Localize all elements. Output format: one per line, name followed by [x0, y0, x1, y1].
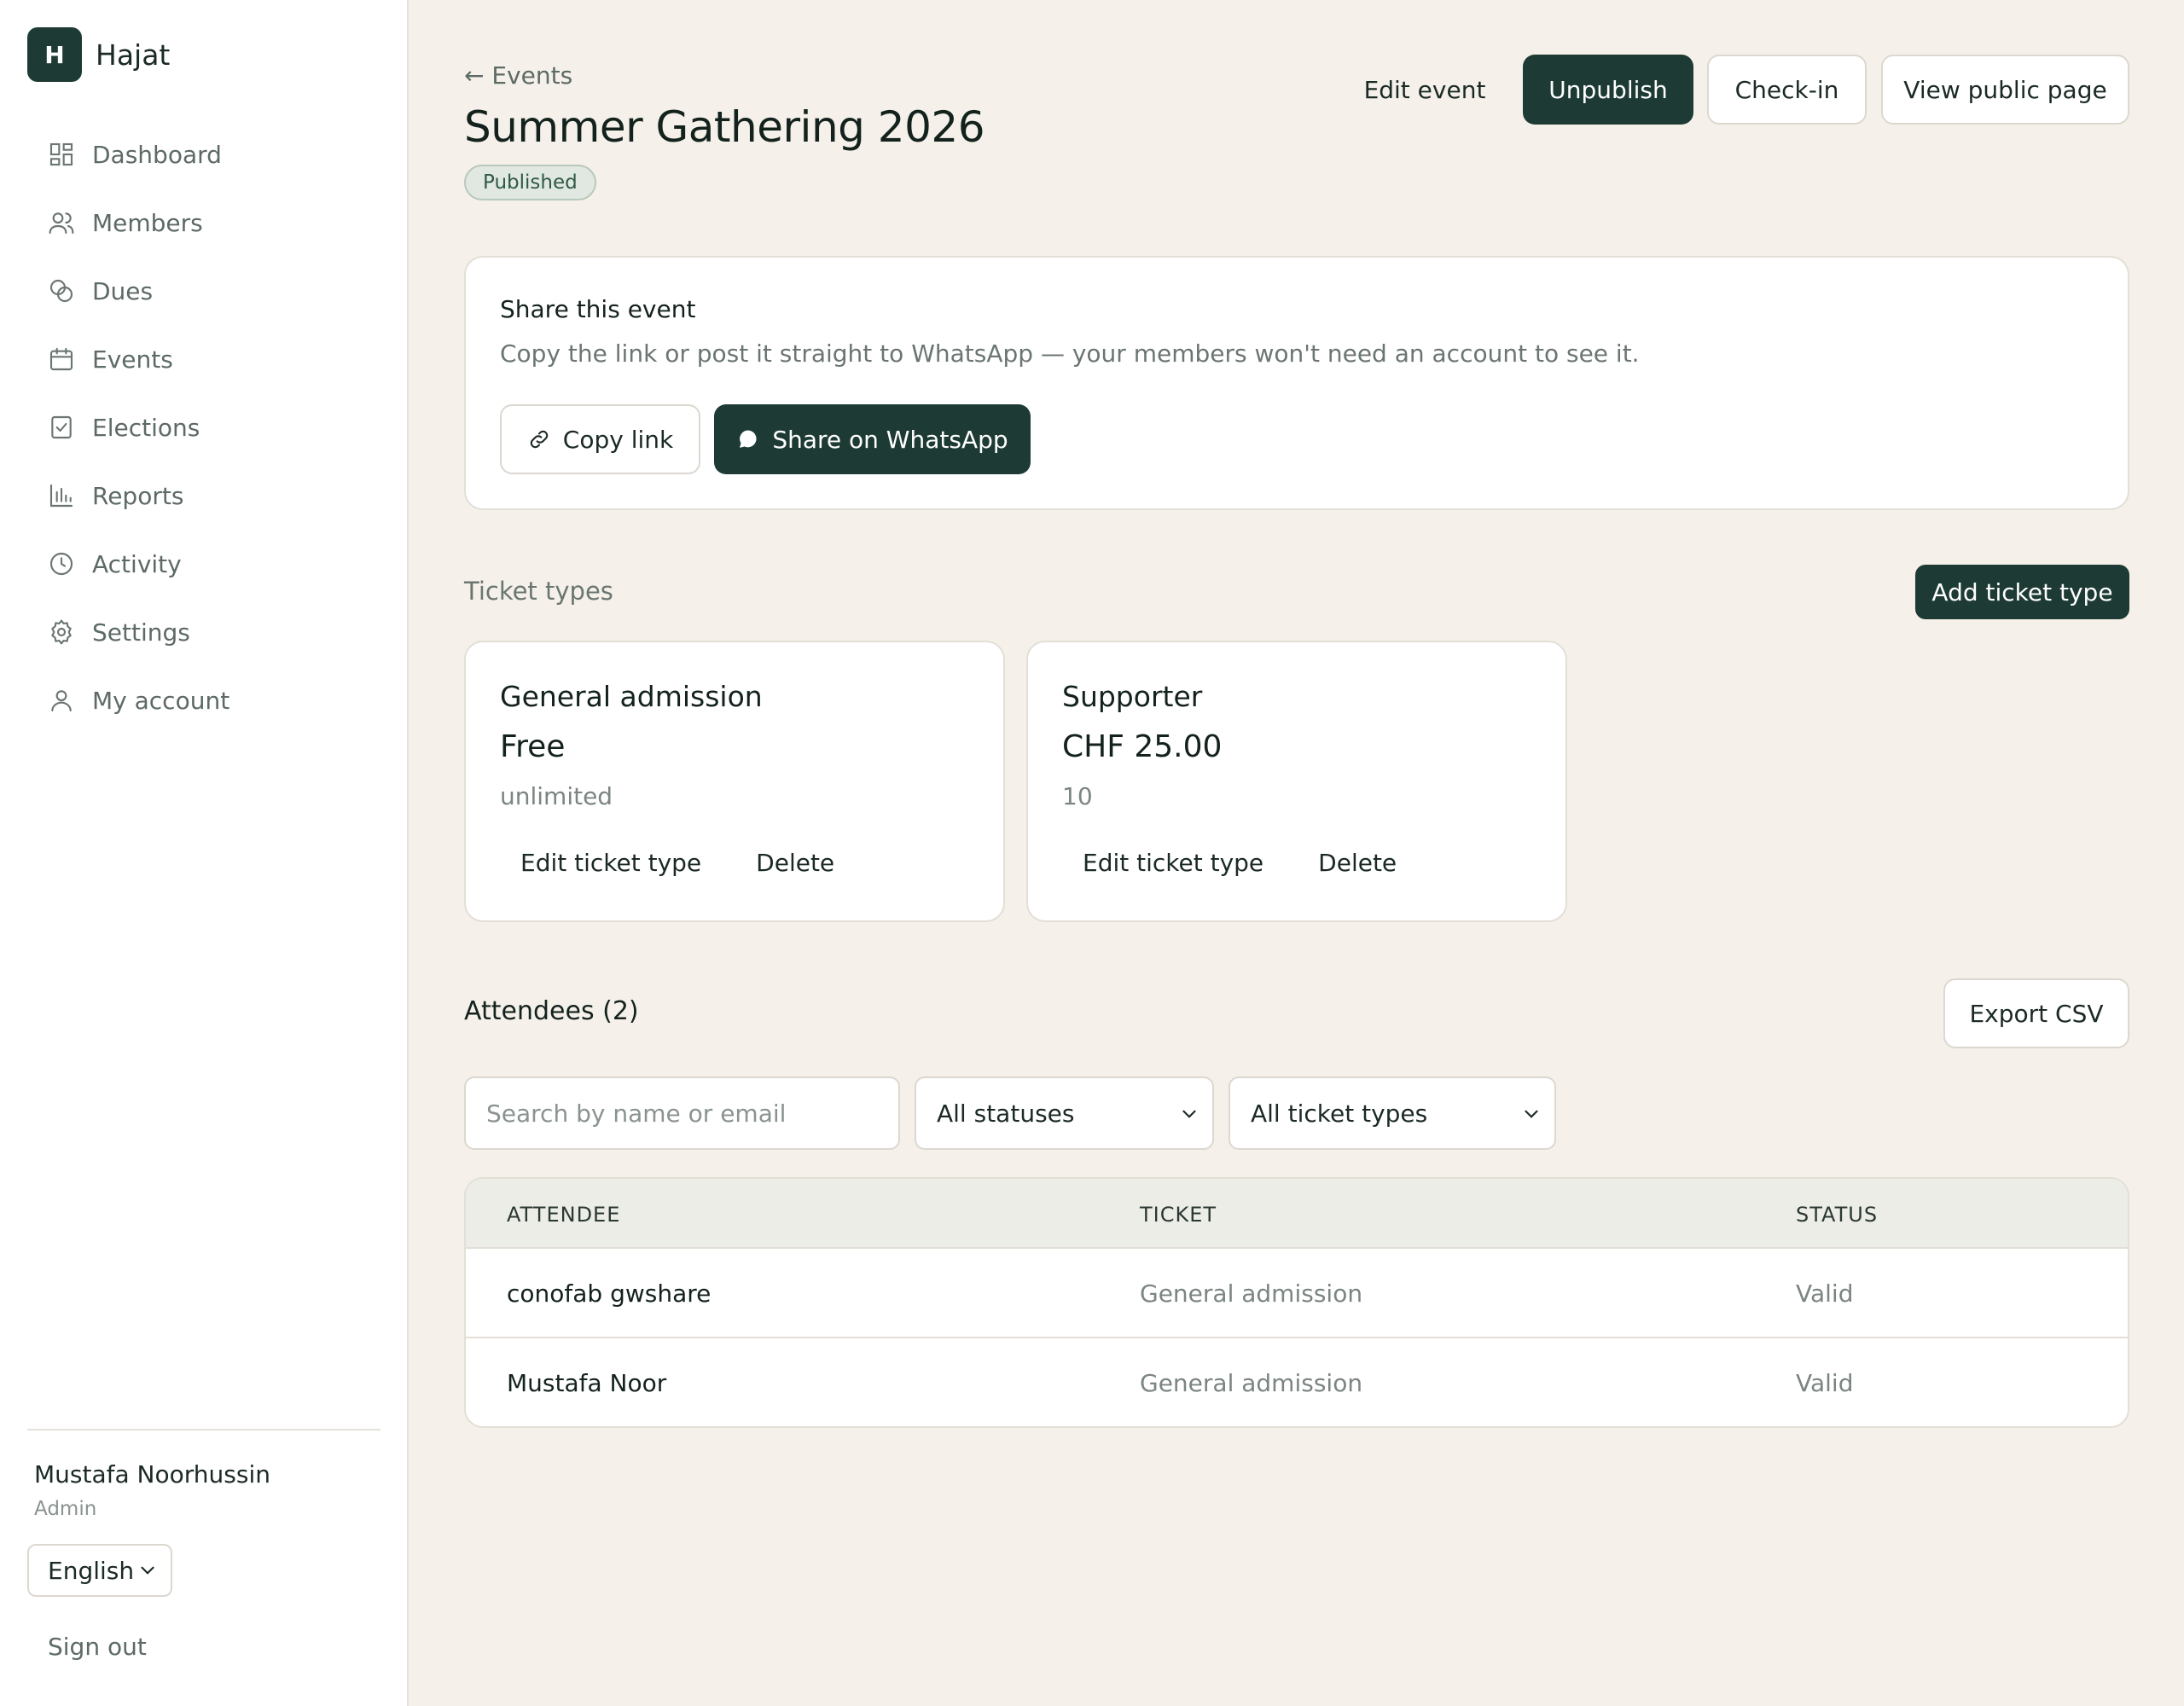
link-icon [530, 430, 548, 449]
sidebar-item-label: Reports [92, 481, 184, 510]
language-value: English [48, 1556, 135, 1585]
copy-link-label: Copy link [562, 425, 674, 454]
sidebar: H Hajat Dashboard Members Dues Events El… [0, 0, 409, 1706]
sidebar-item-label: Dues [92, 276, 154, 305]
search-input-field[interactable] [486, 1099, 898, 1128]
sign-out-link[interactable]: Sign out [48, 1633, 147, 1661]
delete-ticket-type-button[interactable]: Delete [1298, 844, 1417, 881]
column-header-attendee[interactable]: ATTENDEE [507, 1203, 620, 1227]
edit-event-button[interactable]: Edit event [1348, 55, 1502, 125]
column-header-status[interactable]: STATUS [1796, 1203, 1878, 1227]
user-name: Mustafa Noorhussin [34, 1460, 270, 1488]
share-description: Copy the link or post it straight to Wha… [500, 339, 1640, 368]
sidebar-item-label: Members [92, 208, 203, 237]
ticket-price: CHF 25.00 [1062, 729, 1223, 764]
members-icon [48, 209, 75, 236]
ticket-types-heading: Ticket types [464, 577, 613, 606]
sidebar-item-label: Elections [92, 413, 200, 442]
chat-bubble-icon [740, 430, 757, 448]
edit-ticket-type-button[interactable]: Edit ticket type [1062, 844, 1284, 881]
attendee-ticket: General admission [1140, 1369, 1363, 1397]
attendees-heading: Attendees (2) [464, 996, 639, 1026]
sidebar-item-reports[interactable]: Reports [34, 461, 375, 530]
sidebar-item-dashboard[interactable]: Dashboard [34, 120, 375, 189]
view-public-page-button[interactable]: View public page [1881, 55, 2129, 125]
sidebar-item-elections[interactable]: Elections [34, 393, 375, 461]
attendees-table: ATTENDEE TICKET STATUS conofab gwshare G… [464, 1177, 2129, 1428]
copy-link-button[interactable]: Copy link [500, 404, 700, 474]
language-select[interactable]: English [27, 1544, 172, 1597]
page-title: Summer Gathering 2026 [464, 102, 985, 152]
add-ticket-type-button[interactable]: Add ticket type [1915, 565, 2129, 619]
export-csv-button[interactable]: Export CSV [1943, 978, 2129, 1048]
sidebar-item-label: Settings [92, 618, 190, 647]
ticket-name: General admission [500, 680, 763, 713]
sidebar-item-settings[interactable]: Settings [34, 598, 375, 666]
dashboard-icon [48, 141, 75, 168]
user-role: Admin [34, 1498, 97, 1520]
sidebar-divider [27, 1429, 380, 1430]
sidebar-nav: Dashboard Members Dues Events Elections [34, 120, 375, 734]
brand[interactable]: H Hajat [27, 27, 170, 82]
attendee-name: conofab gwshare [507, 1280, 712, 1308]
sidebar-item-label: Events [92, 345, 173, 374]
ticket-quantity: 10 [1062, 782, 1093, 810]
bar-chart-icon [48, 482, 75, 509]
ticket-filter-select[interactable]: All ticket types [1228, 1076, 1556, 1150]
sidebar-item-label: Activity [92, 549, 182, 578]
ticket-card: General admission Free unlimited Edit ti… [464, 641, 1005, 922]
ticket-filter-value: All ticket types [1251, 1099, 1428, 1128]
sidebar-item-my-account[interactable]: My account [34, 666, 375, 734]
search-input[interactable] [464, 1076, 900, 1150]
share-whatsapp-button[interactable]: Share on WhatsApp [714, 404, 1031, 474]
attendee-status: Valid [1796, 1369, 1854, 1397]
share-title: Share this event [500, 295, 696, 323]
ticket-actions: Edit ticket type Delete [1062, 844, 1417, 881]
table-header: ATTENDEE TICKET STATUS [466, 1179, 2128, 1249]
share-whatsapp-label: Share on WhatsApp [772, 425, 1008, 454]
sidebar-item-label: Dashboard [92, 140, 222, 169]
sidebar-item-events[interactable]: Events [34, 325, 375, 393]
attendee-ticket: General admission [1140, 1280, 1363, 1308]
attendee-name: Mustafa Noor [507, 1369, 667, 1397]
table-row[interactable]: Mustafa Noor General admission Valid [466, 1338, 2128, 1426]
edit-ticket-type-button[interactable]: Edit ticket type [500, 844, 722, 881]
sidebar-item-dues[interactable]: Dues [34, 257, 375, 325]
share-card: Share this event Copy the link or post i… [464, 256, 2129, 510]
sidebar-item-label: My account [92, 686, 230, 715]
check-in-button[interactable]: Check-in [1707, 55, 1867, 125]
brand-name: Hajat [96, 38, 171, 72]
attendee-status: Valid [1796, 1280, 1854, 1308]
ballot-icon [48, 414, 75, 441]
chevron-down-icon [1182, 1110, 1196, 1118]
column-header-ticket[interactable]: TICKET [1140, 1203, 1217, 1227]
status-filter-select[interactable]: All statuses [915, 1076, 1214, 1150]
ticket-price: Free [500, 729, 566, 764]
chevron-down-icon [1525, 1110, 1538, 1118]
clock-icon [48, 550, 75, 577]
dues-icon [48, 277, 75, 305]
brand-logo: H [27, 27, 82, 82]
chevron-down-icon [141, 1566, 154, 1575]
delete-ticket-type-button[interactable]: Delete [735, 844, 855, 881]
ticket-quantity: unlimited [500, 782, 613, 810]
ticket-name: Supporter [1062, 680, 1203, 713]
sidebar-item-members[interactable]: Members [34, 189, 375, 257]
user-icon [48, 687, 75, 714]
status-badge: Published [464, 165, 596, 200]
unpublish-button[interactable]: Unpublish [1523, 55, 1693, 125]
gear-icon [48, 618, 75, 646]
sidebar-item-activity[interactable]: Activity [34, 530, 375, 598]
ticket-actions: Edit ticket type Delete [500, 844, 855, 881]
calendar-icon [48, 345, 75, 373]
table-row[interactable]: conofab gwshare General admission Valid [466, 1249, 2128, 1338]
ticket-card: Supporter CHF 25.00 10 Edit ticket type … [1026, 641, 1567, 922]
status-filter-value: All statuses [937, 1099, 1075, 1128]
back-to-events-link[interactable]: ← Events [464, 61, 572, 90]
